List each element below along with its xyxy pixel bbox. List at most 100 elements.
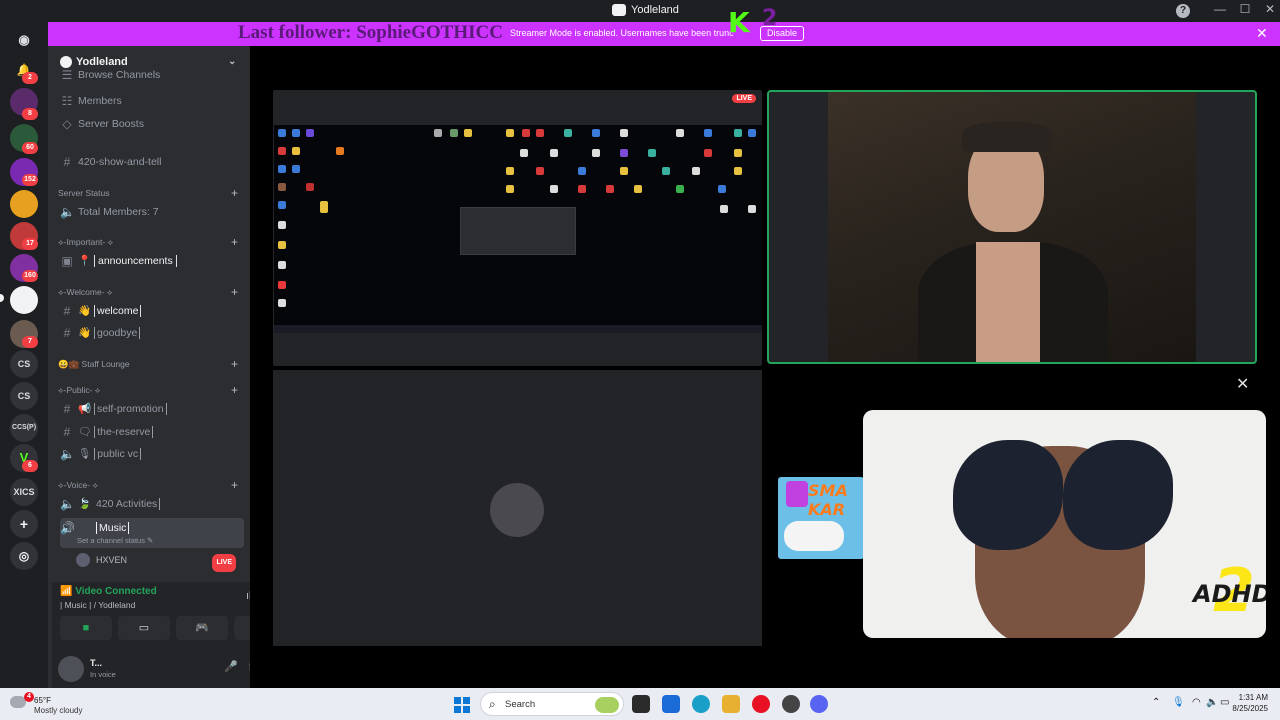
- channel-420-show-and-tell[interactable]: #420-show-and-tell: [60, 152, 244, 172]
- category-voice[interactable]: ⟡-Voice- ⟡ +: [58, 477, 244, 493]
- discover-icon[interactable]: ◎: [10, 542, 38, 570]
- edge-icon[interactable]: [692, 695, 710, 713]
- screen-share-tile[interactable]: LIVE: [273, 90, 762, 366]
- channel-announcements[interactable]: ▣ 📍 announcements: [60, 251, 244, 271]
- game-thumbnail[interactable]: SMA KAR: [778, 477, 864, 559]
- category-important[interactable]: ⟡-Important- ⟡ +: [58, 234, 244, 250]
- streamer-mode-message: Streamer Mode is enabled. Usernames have…: [510, 28, 734, 38]
- members-item[interactable]: ☷ Members: [60, 91, 244, 111]
- minimize-button[interactable]: —: [1208, 2, 1232, 16]
- overlay-number: 2: [762, 6, 778, 31]
- taskbar-search[interactable]: ⌕ Search: [480, 692, 624, 716]
- server-icon-xics[interactable]: XICS: [10, 478, 38, 506]
- speaker-icon: 🔈: [60, 497, 75, 511]
- close-icon[interactable]: ✕: [1236, 374, 1249, 394]
- channel-420-activities[interactable]: 🔈 🍃 420 Activities: [60, 494, 244, 514]
- desktop-icon: [464, 129, 472, 137]
- channel-total-members[interactable]: 🔈 Total Members: 7: [60, 202, 244, 222]
- category-staff-lounge[interactable]: 😀💼 Staff Lounge +: [58, 356, 244, 372]
- discord-icon[interactable]: [810, 695, 828, 713]
- category-public[interactable]: ⟡-Public- ⟡ +: [58, 382, 244, 398]
- add-channel-icon[interactable]: +: [231, 185, 238, 201]
- add-channel-icon[interactable]: +: [231, 477, 238, 493]
- pin-icon: 📍: [78, 255, 92, 267]
- desktop-icon: [320, 205, 328, 213]
- desktop-icon: [692, 167, 700, 175]
- desktop-icon: [620, 149, 628, 157]
- hash-icon: #: [63, 155, 71, 169]
- system-clock[interactable]: 1:31 AM 8/25/2025: [1196, 692, 1268, 714]
- voice-status: 📶 Video Connected: [60, 586, 157, 597]
- task-view-icon[interactable]: [632, 695, 650, 713]
- set-channel-status[interactable]: Set a channel status ✎: [77, 536, 153, 545]
- server-icon-cs[interactable]: CS: [10, 350, 38, 378]
- microphone-icon[interactable]: 🎤: [224, 660, 238, 673]
- add-channel-icon[interactable]: +: [231, 284, 238, 300]
- screen-share-button[interactable]: ▭: [118, 616, 170, 640]
- user-avatar[interactable]: [58, 656, 84, 682]
- window-title: Yodleland: [612, 4, 679, 16]
- close-banner-icon[interactable]: ✕: [1256, 25, 1268, 42]
- channel-self-promotion[interactable]: # 📢 self-promotion: [60, 399, 244, 419]
- maximize-button[interactable]: ☐: [1233, 2, 1257, 16]
- activities-button[interactable]: 🎮: [176, 616, 228, 640]
- server-icon[interactable]: [10, 190, 38, 218]
- desktop-icon: [676, 129, 684, 137]
- weather-widget[interactable]: 4 65°F Mostly cloudy: [6, 692, 126, 716]
- desktop-icon: [550, 185, 558, 193]
- desktop-icon: [734, 129, 742, 137]
- temperature: 65°F: [34, 696, 51, 705]
- windows-start-icon[interactable]: [454, 697, 470, 713]
- album-art-overlay: 2 ADHD: [863, 410, 1266, 638]
- category-welcome[interactable]: ⟡-Welcome- ⟡ +: [58, 284, 244, 300]
- show-hidden-icons-icon[interactable]: ⌃: [1152, 697, 1160, 708]
- server-icon-ccsp[interactable]: CCS(P): [10, 414, 38, 442]
- desktop-icon: [620, 129, 628, 137]
- voice-user-row[interactable]: HXVEN LIVE: [76, 552, 246, 572]
- desktop-icon: [564, 129, 572, 137]
- webcam-tile[interactable]: [767, 90, 1257, 364]
- desktop-icon: [734, 167, 742, 175]
- desktop-icon: [520, 149, 528, 157]
- add-channel-icon[interactable]: +: [231, 356, 238, 372]
- browse-channels-item[interactable]: ☰ Browse Channels: [60, 70, 244, 82]
- close-window-button[interactable]: ✕: [1258, 2, 1280, 16]
- webcam-figure: [976, 242, 1040, 362]
- channel-the-reserve[interactable]: # 🗨 the-reserve: [60, 422, 244, 442]
- add-server-icon[interactable]: +: [10, 510, 38, 538]
- channel-goodbye[interactable]: # 👋 goodbye: [60, 323, 244, 343]
- butterfly-wing: [953, 440, 1063, 550]
- server-rail: ◉ 🔔 2 8 60 152 17 160 7 CS CS CCS(P) V 6…: [0, 22, 48, 688]
- camera-button[interactable]: ■: [60, 616, 112, 640]
- server-boosts-item[interactable]: ◇ Server Boosts: [60, 114, 244, 134]
- app-icon[interactable]: [662, 695, 680, 713]
- server-icon-cs[interactable]: CS: [10, 382, 38, 410]
- channel-welcome[interactable]: # 👋 welcome: [60, 301, 244, 321]
- category-server-status[interactable]: Server Status +: [58, 185, 244, 201]
- file-explorer-icon[interactable]: [722, 695, 740, 713]
- badge: 152: [22, 174, 38, 186]
- desktop-icon: [578, 185, 586, 193]
- speaker-icon: 🔊: [60, 521, 75, 535]
- voice-location[interactable]: | Music | / Yodleland: [60, 600, 135, 610]
- microphone-tray-icon[interactable]: 🎙: [1172, 697, 1185, 708]
- voice-user-tile[interactable]: [273, 370, 762, 646]
- desktop-icon: [292, 129, 300, 137]
- desktop-icon: [306, 183, 314, 191]
- desktop-icon: [278, 165, 286, 173]
- desktop-icon: [278, 241, 286, 249]
- opera-icon[interactable]: [752, 695, 770, 713]
- help-icon[interactable]: ?: [1176, 4, 1190, 18]
- discord-home-icon[interactable]: ◉: [10, 26, 38, 54]
- desktop-icon: [278, 261, 286, 269]
- desktop-icon: [536, 167, 544, 175]
- desktop-icon: [292, 147, 300, 155]
- add-channel-icon[interactable]: +: [231, 234, 238, 250]
- app-icon[interactable]: [782, 695, 800, 713]
- channel-public-vc[interactable]: 🔈 🎙 public vc: [60, 444, 244, 464]
- desktop-icon: [506, 129, 514, 137]
- wave-emoji-icon: 👋: [78, 305, 92, 317]
- add-channel-icon[interactable]: +: [231, 382, 238, 398]
- mic-emoji-icon: 🎙: [78, 448, 92, 460]
- server-icon-yodleland[interactable]: [10, 286, 38, 314]
